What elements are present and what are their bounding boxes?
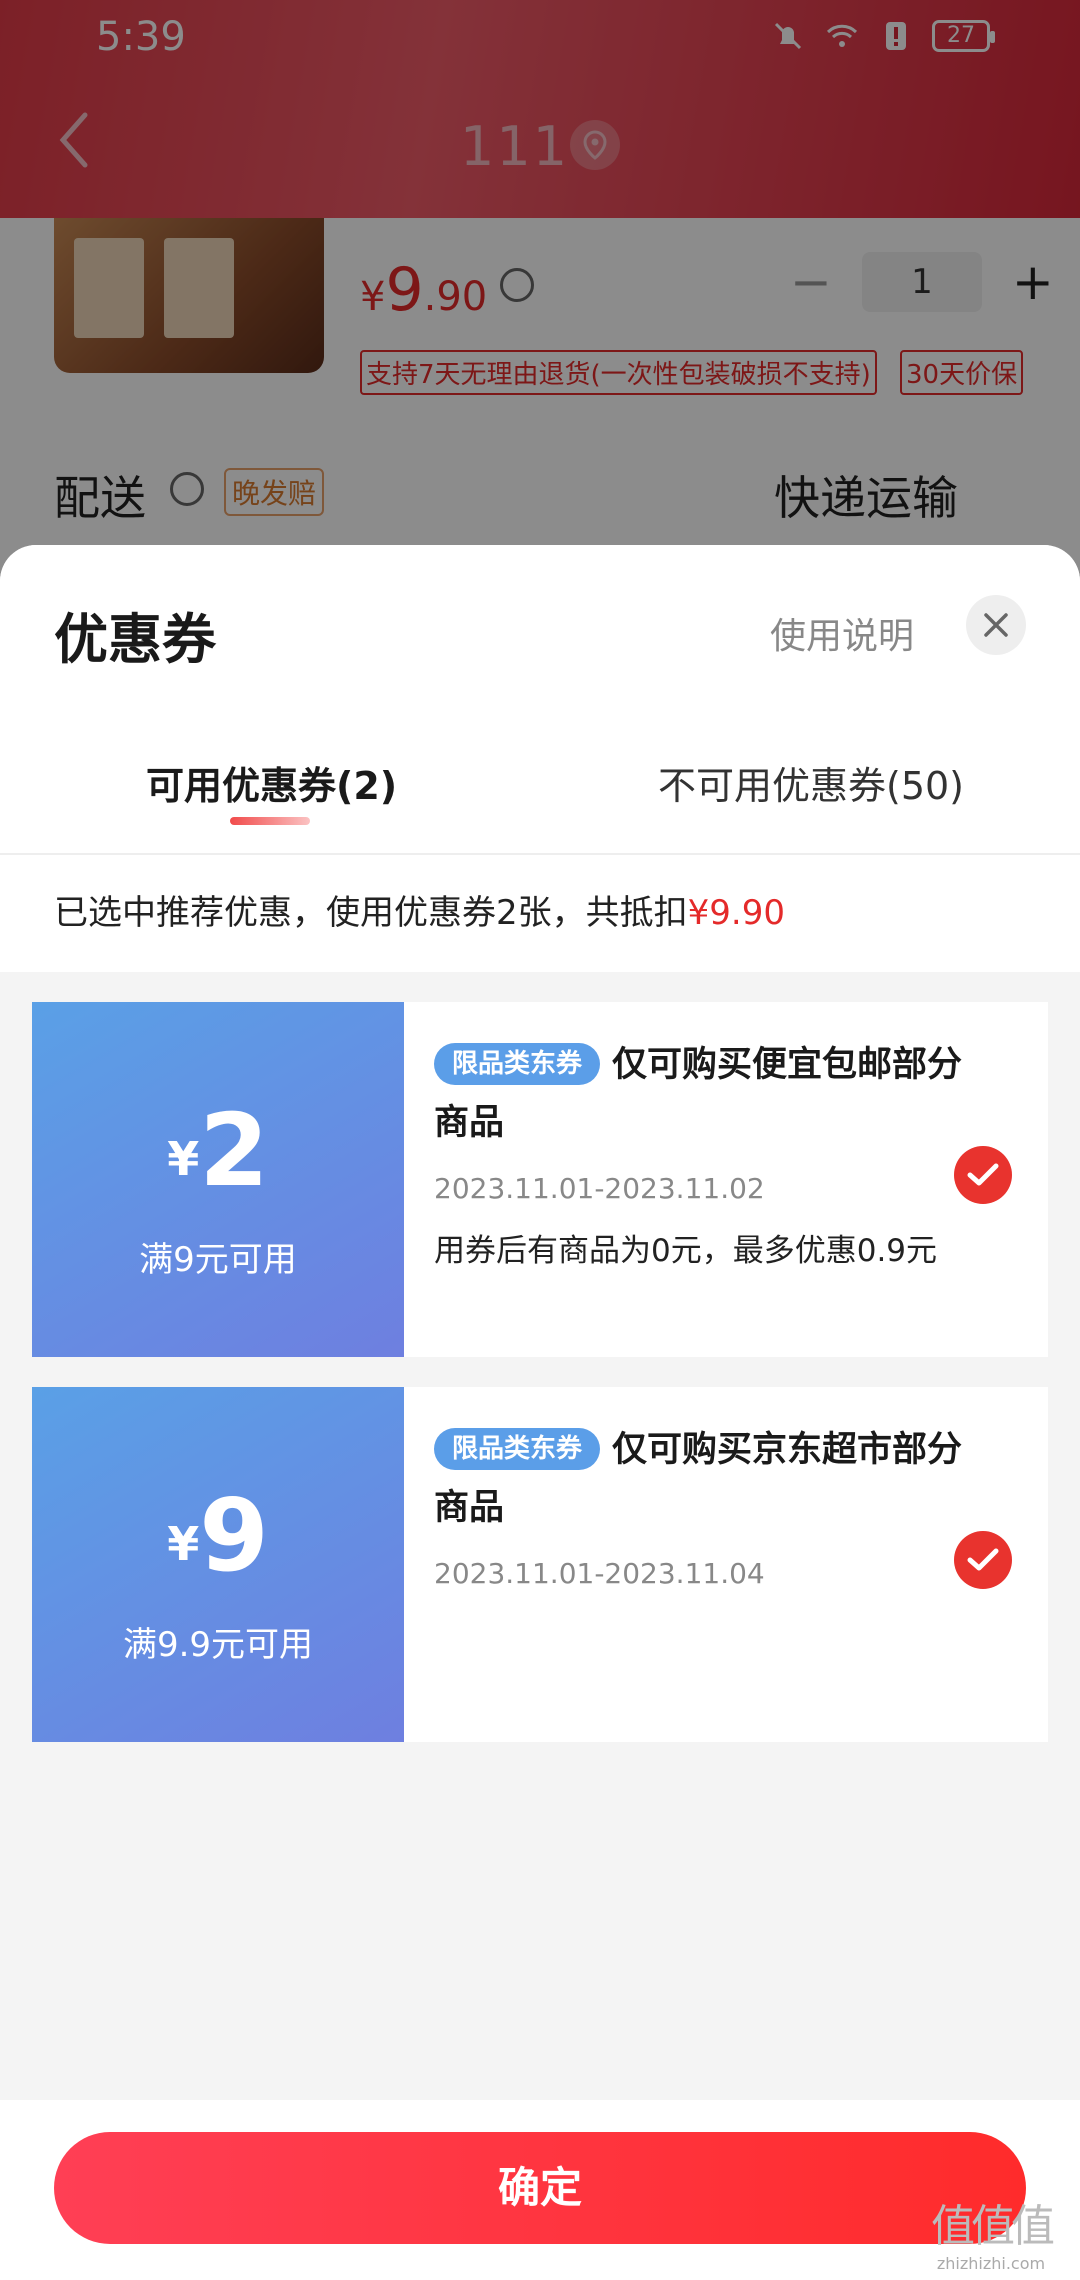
usage-instructions-link[interactable]: 使用说明 xyxy=(770,607,914,659)
coupon-condition: 满9元可用 xyxy=(139,1240,297,1280)
sheet-title: 优惠券 xyxy=(54,608,216,671)
sheet-header: 优惠券 使用说明 可用优惠券(2) 不可用优惠券(50) xyxy=(0,545,1080,855)
close-button[interactable] xyxy=(966,595,1026,655)
coupon-title: 限品类东券 仅可购买便宜包邮部分商品 xyxy=(434,1043,963,1143)
coupon-card[interactable]: ¥2 满9元可用 限品类东券 仅可购买便宜包邮部分商品 2023.11.01-20… xyxy=(26,1002,1048,1357)
coupon-card[interactable]: ¥9 满9.9元可用 限品类东券 仅可购买京东超市部分商品 2023.11.01-… xyxy=(26,1387,1048,1742)
coupon-category-tag: 限品类东券 xyxy=(434,1043,601,1085)
coupon-value-panel: ¥9 满9.9元可用 xyxy=(26,1387,404,1742)
confirm-button[interactable]: 确定 xyxy=(54,2132,1026,2244)
coupon-note: 用券后有商品为0元，最多优惠0.9元 xyxy=(434,1233,938,1269)
coupon-selected-checkbox[interactable] xyxy=(954,1146,1012,1204)
coupon-category-tag: 限品类东券 xyxy=(434,1428,601,1470)
coupon-list: ¥2 满9元可用 限品类东券 仅可购买便宜包邮部分商品 2023.11.01-20… xyxy=(0,972,1080,1742)
active-tab-indicator xyxy=(230,817,310,825)
tab-unavailable-coupons[interactable]: 不可用优惠券(50) xyxy=(658,755,964,810)
coupon-condition: 满9.9元可用 xyxy=(122,1625,314,1665)
coupon-title: 限品类东券 仅可购买京东超市部分商品 xyxy=(434,1428,963,1528)
close-icon xyxy=(984,613,1008,637)
selection-summary: 已选中推荐优惠，使用优惠券2张，共抵扣¥9.90 xyxy=(0,855,1080,972)
coupon-value-panel: ¥2 满9元可用 xyxy=(26,1002,404,1357)
divider xyxy=(0,853,1080,855)
watermark-logo: 值值值 zhizhizhi.com xyxy=(931,2201,1055,2273)
tab-available-coupons[interactable]: 可用优惠券(2) xyxy=(146,755,397,810)
coupon-selected-checkbox[interactable] xyxy=(954,1531,1012,1589)
check-icon xyxy=(967,1548,999,1571)
coupon-date-range: 2023.11.01-2023.11.02 xyxy=(434,1172,765,1205)
summary-amount: ¥9.90 xyxy=(687,893,785,933)
coupon-amount: 2 xyxy=(199,1092,269,1209)
check-icon xyxy=(967,1163,999,1186)
coupon-sheet: 优惠券 使用说明 可用优惠券(2) 不可用优惠券(50) 已选中推荐优惠，使用优… xyxy=(0,545,1080,2280)
coupon-amount: 9 xyxy=(199,1477,269,1594)
coupon-date-range: 2023.11.01-2023.11.04 xyxy=(434,1557,765,1590)
